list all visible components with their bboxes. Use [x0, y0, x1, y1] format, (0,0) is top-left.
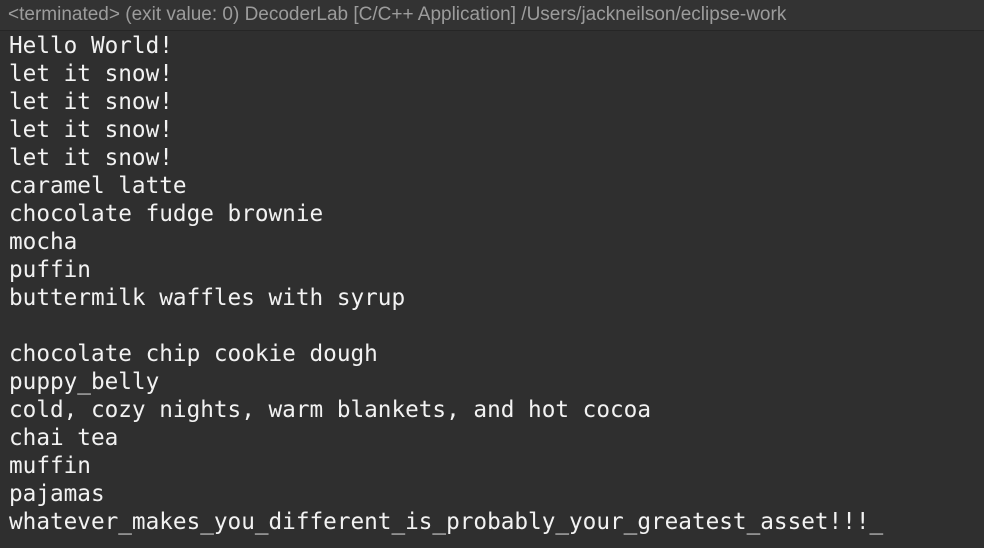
output-line: muffin	[9, 453, 91, 479]
output-line: chocolate fudge brownie	[9, 201, 324, 227]
console-status-text: <terminated> (exit value: 0) DecoderLab …	[8, 4, 787, 25]
output-line: let it snow!	[9, 117, 173, 143]
output-line: caramel latte	[9, 173, 187, 199]
console-view: <terminated> (exit value: 0) DecoderLab …	[0, 0, 984, 548]
output-line: pajamas	[9, 481, 105, 507]
output-line: let it snow!	[9, 61, 173, 87]
output-line: chai tea	[9, 425, 119, 451]
output-line: cold, cozy nights, warm blankets, and ho…	[9, 397, 651, 423]
output-line: whatever_makes_you_different_is_probably…	[9, 509, 884, 535]
output-line: puffin	[9, 257, 91, 283]
console-status-bar: <terminated> (exit value: 0) DecoderLab …	[0, 0, 984, 31]
output-line: puppy_belly	[9, 369, 160, 395]
output-line: mocha	[9, 229, 78, 255]
console-output[interactable]: Hello World! let it snow! let it snow! l…	[9, 32, 984, 536]
output-line: chocolate chip cookie dough	[9, 341, 378, 367]
output-line: let it snow!	[9, 145, 173, 171]
output-line: Hello World!	[9, 33, 173, 59]
output-line: buttermilk waffles with syrup	[9, 285, 406, 311]
output-line-blank	[9, 312, 984, 340]
output-line: let it snow!	[9, 89, 173, 115]
